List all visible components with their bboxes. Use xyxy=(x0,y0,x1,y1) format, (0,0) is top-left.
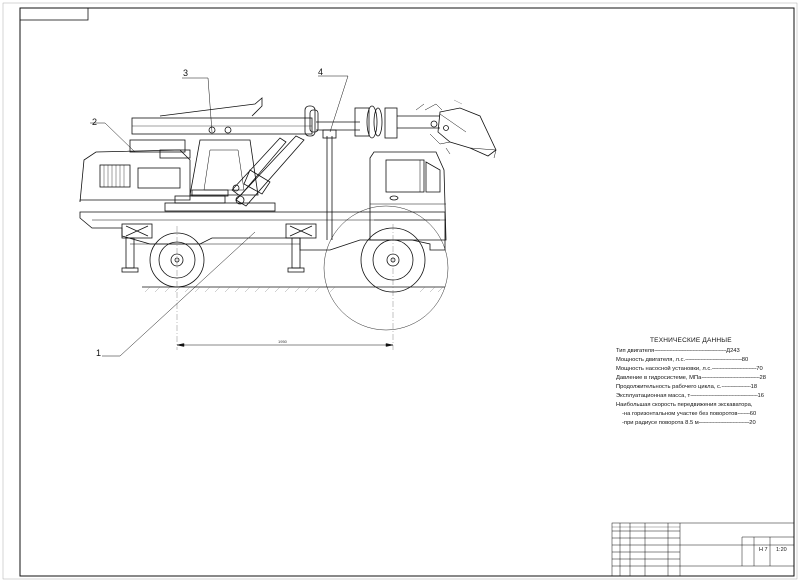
spec-row: Мощность насосной установки, л.с.-------… xyxy=(616,366,763,372)
drawing-sheet xyxy=(2,2,798,580)
turntable xyxy=(164,189,276,212)
boom xyxy=(131,97,440,139)
spec-row: -при радиусе поворота 8.5 м-------------… xyxy=(622,420,756,426)
radiator-grille xyxy=(99,164,131,188)
spec-row: Мощность двигателя, л.с.----------------… xyxy=(616,357,749,363)
callout-1: 1 xyxy=(96,348,102,358)
spec-row: Давление в гидросистеме, МПа------------… xyxy=(616,375,766,381)
outrigger-rear xyxy=(121,223,153,273)
spec-row: -на горизонтальном участке без поворотов… xyxy=(622,411,757,417)
turning-radius-circle xyxy=(323,205,449,331)
spec-row: Наибольшая скорость передвижения экскава… xyxy=(616,402,753,408)
title-block-sheet: Н 7 xyxy=(759,547,768,553)
title-block-scale: 1:20 xyxy=(776,547,787,553)
hydraulic-cylinders xyxy=(208,126,305,207)
doc-number-box xyxy=(19,7,89,21)
wheelbase-dimension-value: 1950 xyxy=(278,339,287,344)
engine-housing xyxy=(79,139,191,203)
callout-2: 2 xyxy=(92,117,98,127)
boom-support-post xyxy=(322,129,337,240)
outrigger-front xyxy=(285,223,317,273)
specs-title: ТЕХНИЧЕСКИЕ ДАННЫЕ xyxy=(650,337,732,344)
callout-4: 4 xyxy=(318,67,324,77)
drawing-frame xyxy=(19,7,795,577)
cabin-window xyxy=(385,159,425,193)
spec-row: Эксплуатационная масса, т---------------… xyxy=(616,393,764,399)
truck-cabin xyxy=(369,151,447,241)
callout-3: 3 xyxy=(183,68,189,78)
chassis-frame xyxy=(79,211,446,251)
spec-row: Продолжительность рабочего цикла, с.----… xyxy=(616,384,758,390)
bucket xyxy=(415,99,497,159)
spec-row: Тип двигателя---------------------------… xyxy=(616,348,740,354)
